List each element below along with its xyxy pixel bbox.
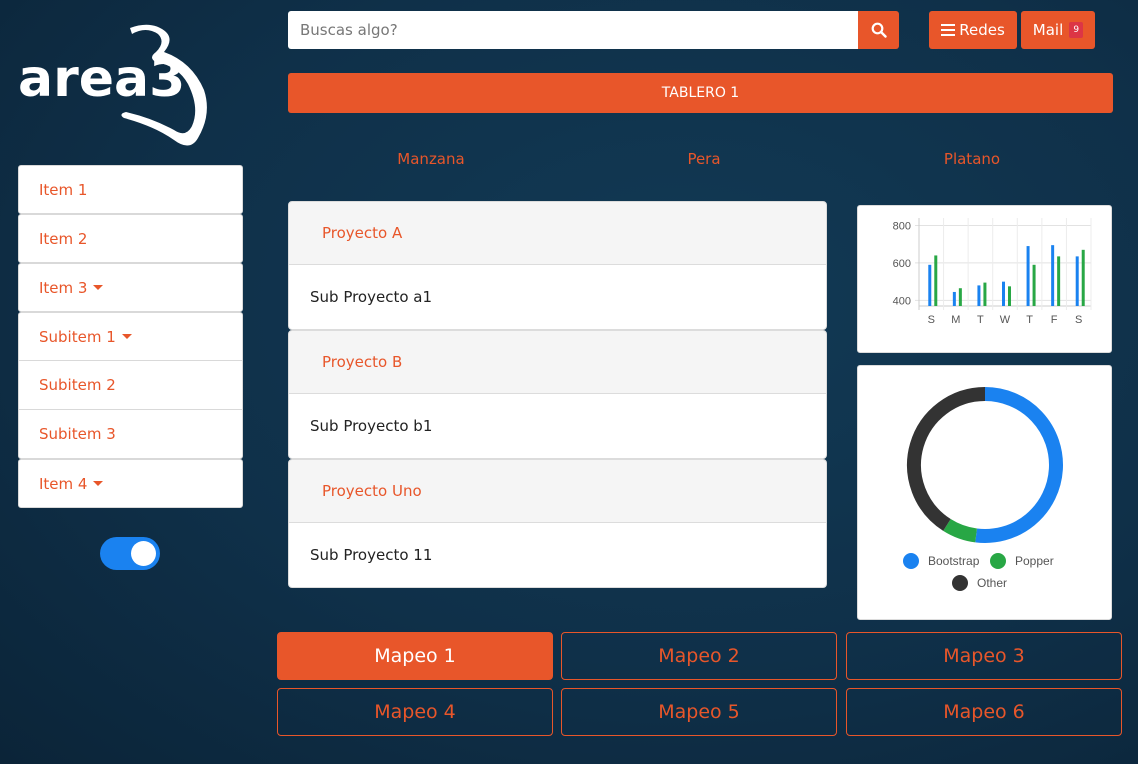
bar [1008,286,1011,306]
sidebar-item-label: Subitem 2 [39,376,116,394]
mail-label: Mail [1032,21,1064,39]
legend-label: Other [977,576,1007,590]
accordion-body: Sub Proyecto a1 [288,265,827,330]
legend-swatch [952,575,968,591]
accordion-body: Sub Proyecto b1 [288,394,827,459]
sidebar-item-label: Item 3 [39,278,88,297]
bar [1032,264,1036,306]
accordion-body: Sub Proyecto 11 [288,523,827,588]
bar [958,288,962,306]
donut-chart-card: Bootstrap Popper Other [857,365,1112,620]
donut-slice-popper [943,518,978,543]
legend-swatch [903,553,919,569]
x-tick-label: S [928,314,935,326]
legend-label: Bootstrap [928,554,980,568]
menu-icon [941,21,956,39]
bar [952,291,956,306]
x-tick-label: T [1026,314,1033,326]
sidebar-item-label: Subitem 3 [39,425,116,443]
sidebar-subitem-2[interactable]: Subitem 2 [18,361,243,410]
bar [1081,249,1085,306]
caret-down-icon [121,334,132,339]
mapeo-6-button[interactable]: Mapeo 6 [846,688,1122,736]
caret-down-icon [93,285,104,290]
redes-button[interactable]: Redes [929,11,1017,49]
accordion-subtitle: Sub Proyecto 11 [310,546,433,564]
donut-slice-other [907,387,986,531]
sidebar-subitem-1[interactable]: Subitem 1 [18,312,243,361]
y-tick-label: 800 [893,220,911,232]
mapeo-5-button[interactable]: Mapeo 5 [561,688,837,736]
bar [928,264,932,306]
bar [1051,245,1055,306]
mail-count-badge: 9 [1069,22,1084,38]
x-tick-label: W [1000,314,1011,326]
bar [934,255,938,306]
mail-button[interactable]: Mail 9 [1021,11,1095,49]
mapeo-1-button[interactable]: Mapeo 1 [277,632,553,680]
bar [1075,256,1079,306]
bar [977,285,981,306]
redes-label: Redes [959,21,1005,39]
caret-down-icon [93,481,104,486]
accordion-title: Proyecto Uno [322,482,422,500]
donut-slice-bootstrap [975,387,1063,543]
sidebar-item-2[interactable]: Item 2 [18,214,243,263]
sidebar-subitem-3[interactable]: Subitem 3 [18,410,243,459]
sidebar-item-4[interactable]: Item 4 [18,459,243,508]
sidebar-item-label: Item 2 [39,229,88,248]
sidebar-item-3[interactable]: Item 3 [18,263,243,312]
accordion-subtitle: Sub Proyecto a1 [310,288,433,306]
accordion-header-proyecto-a[interactable]: Proyecto A [288,201,827,265]
sidebar-item-label: Item 1 [39,180,88,199]
search-button[interactable] [858,11,899,49]
sidebar-item-1[interactable]: Item 1 [18,165,243,214]
x-tick-label: T [977,314,984,326]
mapeo-3-button[interactable]: Mapeo 3 [846,632,1122,680]
y-tick-label: 400 [893,295,911,307]
accordion-title: Proyecto A [322,224,403,242]
bar [983,282,987,306]
sidebar-item-label: Item 4 [39,474,88,493]
bar [1026,246,1030,306]
toggle-knob [131,541,156,566]
mapeo-4-button[interactable]: Mapeo 4 [277,688,553,736]
bar-chart: 800 600 400 S M T W T F S [893,218,1092,326]
accordion-header-proyecto-uno[interactable]: Proyecto Uno [288,459,827,523]
sidebar-menu: Item 1 Item 2 Item 3 Subitem 1 Subitem 2… [18,165,243,508]
search-input[interactable] [288,11,859,49]
tab-manzana[interactable]: Manzana [341,150,521,168]
bar [1002,281,1005,306]
tablero-button[interactable]: TABLERO 1 [288,73,1113,113]
sidebar-item-label: Subitem 1 [39,327,116,346]
legend-swatch [990,553,1006,569]
x-tick-label: F [1051,314,1058,326]
legend-label: Popper [1015,554,1054,568]
tablero-label: TABLERO 1 [661,85,740,101]
x-tick-label: M [951,314,960,326]
tab-platano[interactable]: Platano [882,150,1062,168]
accordion-header-proyecto-b[interactable]: Proyecto B [288,330,827,394]
donut-chart: Bootstrap Popper Other [903,387,1063,591]
x-tick-label: S [1075,314,1082,326]
area3-logo: area3 [18,24,207,146]
accordion-title: Proyecto B [322,353,403,371]
logo-text: area3 [18,49,185,109]
toggle-switch[interactable] [100,537,160,570]
search-icon [871,22,887,38]
tab-pera[interactable]: Pera [614,150,794,168]
mapeo-2-button[interactable]: Mapeo 2 [561,632,837,680]
bar-chart-card: 800 600 400 S M T W T F S [857,205,1112,353]
bar [1057,256,1061,306]
accordion-subtitle: Sub Proyecto b1 [310,417,433,435]
y-tick-label: 600 [893,258,911,270]
